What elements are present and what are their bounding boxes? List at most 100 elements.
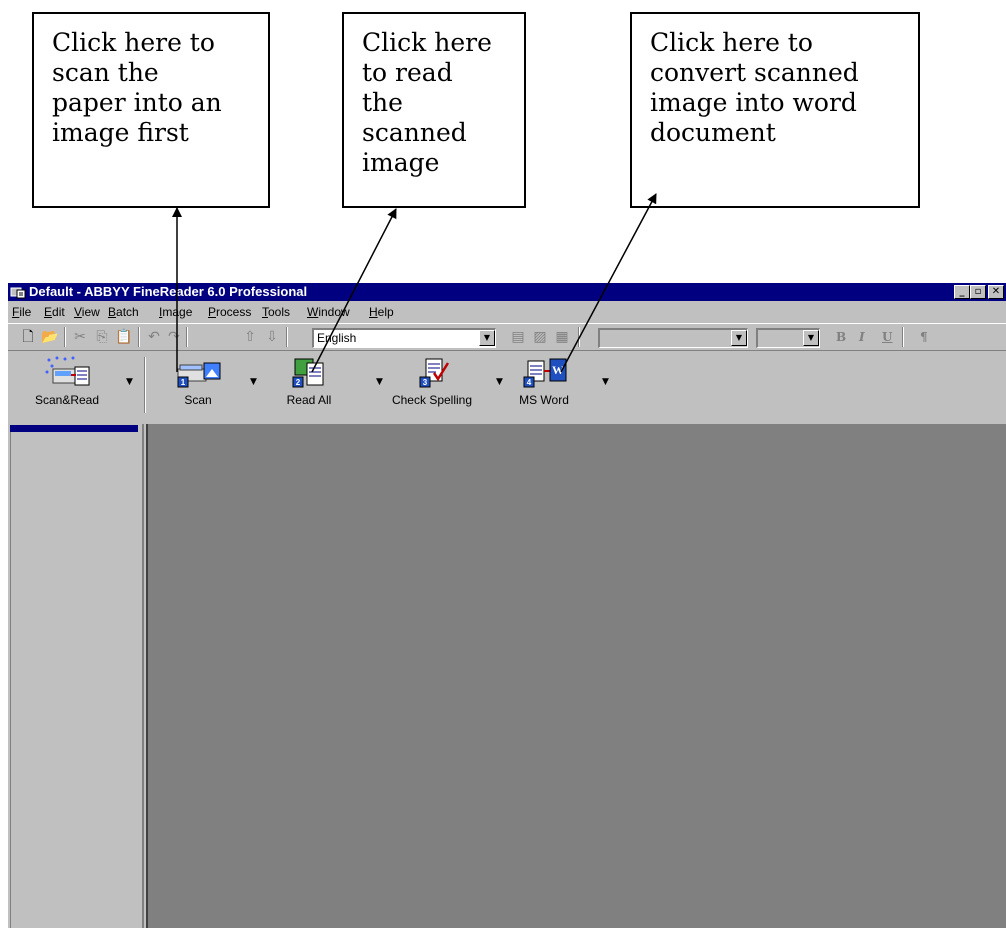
- toolbar-separator: [186, 327, 188, 347]
- new-document-icon[interactable]: 🗋: [18, 328, 38, 346]
- bold-button[interactable]: B: [836, 330, 846, 344]
- menu-tools[interactable]: Tools: [262, 305, 290, 319]
- restore-button[interactable]: ▫: [970, 285, 986, 299]
- underline-button[interactable]: U: [882, 330, 892, 344]
- language-select[interactable]: English ▼: [312, 328, 496, 348]
- menu-access-key: B: [108, 305, 117, 319]
- image-workspace[interactable]: [146, 424, 1006, 928]
- read-all-label: Read All: [286, 393, 332, 407]
- italic-button[interactable]: I: [859, 330, 865, 344]
- toolbar-separator: [578, 327, 580, 347]
- undo-icon[interactable]: ↶: [144, 328, 164, 346]
- chevron-down-icon[interactable]: ▼: [602, 377, 609, 387]
- ms-word-label: MS Word: [519, 393, 569, 407]
- chevron-down-icon[interactable]: ▼: [496, 377, 503, 387]
- document-view-icon[interactable]: ▦: [552, 328, 572, 346]
- main-toolbar: Scan&Read ▼ 1 Scan ▼ 2 Read All ▼ 3 Chec…: [8, 353, 1006, 423]
- text-view-icon[interactable]: ▤: [508, 328, 528, 346]
- callout-read: Click here to read the scanned image: [342, 12, 526, 208]
- menu-label: ools: [268, 305, 291, 319]
- chevron-down-icon[interactable]: ▼: [479, 330, 495, 346]
- chevron-down-icon[interactable]: ▼: [250, 377, 257, 387]
- svg-text:4: 4: [527, 378, 532, 387]
- document-pane[interactable]: [8, 424, 144, 928]
- ms-word-button[interactable]: W 4 MS Word ▼: [504, 355, 609, 413]
- menu-access-key: H: [369, 305, 378, 319]
- scan-button[interactable]: 1 Scan ▼: [160, 355, 257, 413]
- chevron-down-icon[interactable]: ▼: [731, 330, 747, 346]
- cut-icon[interactable]: ✂: [70, 328, 90, 346]
- menu-access-key: W: [307, 305, 319, 319]
- menu-help[interactable]: Help: [369, 305, 394, 319]
- menu-batch[interactable]: Batch: [108, 305, 139, 319]
- chevron-down-icon[interactable]: ▼: [126, 377, 133, 387]
- page-thumbnails-area[interactable]: [10, 432, 138, 928]
- toolbar-separator: [138, 327, 140, 347]
- scan-read-button[interactable]: Scan&Read ▼: [12, 355, 133, 413]
- menu-label: mage: [162, 305, 193, 319]
- app-window: Default - ABBYY FineReader 6.0 Professio…: [8, 283, 1006, 928]
- check-spelling-icon: 3: [419, 358, 450, 388]
- menu-view[interactable]: View: [74, 305, 100, 319]
- font-size-select[interactable]: ▼: [756, 328, 820, 348]
- toolbar-separator: [902, 327, 904, 347]
- menu-label: atch: [116, 305, 139, 319]
- menu-access-key: P: [208, 305, 217, 319]
- menu-bar: File Edit View Batch Image Process Tools Window…: [8, 302, 1006, 322]
- scan-read-label: Scan&Read: [34, 393, 100, 407]
- read-all-icon: 2: [292, 358, 324, 388]
- menu-label: rocess: [216, 305, 252, 319]
- language-value: English: [317, 331, 357, 345]
- menu-label: dit: [52, 305, 65, 319]
- menu-label: iew: [81, 305, 100, 319]
- menu-edit[interactable]: Edit: [44, 305, 65, 319]
- menu-window[interactable]: Window: [307, 305, 350, 319]
- callout-word: Click here to convert scanned image into…: [630, 12, 920, 208]
- menu-image[interactable]: Image: [159, 305, 192, 319]
- font-select[interactable]: ▼: [598, 328, 748, 348]
- prev-page-icon[interactable]: ⇧: [240, 328, 260, 346]
- document-pane-header: [10, 425, 138, 432]
- close-icon: ✕: [991, 286, 1001, 297]
- image-view-icon[interactable]: ▨: [530, 328, 550, 346]
- menu-label: elp: [377, 305, 394, 319]
- pilcrow-button[interactable]: ¶: [920, 330, 928, 344]
- toolbar-separator: [144, 357, 146, 413]
- chevron-down-icon[interactable]: ▼: [803, 330, 819, 346]
- restore-icon: ▫: [974, 286, 982, 297]
- menu-process[interactable]: Process: [208, 305, 251, 319]
- check-spelling-label: Check Spelling: [391, 393, 473, 407]
- svg-text:3: 3: [423, 378, 428, 387]
- toolbar-separator: [286, 327, 288, 347]
- menu-file[interactable]: File: [12, 305, 31, 319]
- copy-icon[interactable]: ⎘: [92, 328, 112, 346]
- callout-read-text: Click here to read the scanned image: [362, 28, 492, 177]
- minimize-button[interactable]: _: [954, 285, 970, 299]
- menu-access-key: V: [74, 305, 82, 319]
- paste-icon[interactable]: 📋: [114, 328, 134, 346]
- window-title: Default - ABBYY FineReader 6.0 Professio…: [29, 284, 308, 299]
- callout-word-text: Click here to convert scanned image into…: [650, 28, 859, 147]
- svg-text:2: 2: [296, 378, 301, 387]
- title-bar[interactable]: Default - ABBYY FineReader 6.0 Professio…: [8, 283, 1006, 301]
- scan-read-icon: [45, 356, 90, 386]
- menu-label: ile: [19, 305, 32, 319]
- toolbar-separator: [64, 327, 66, 347]
- ms-word-icon: W 4: [523, 358, 567, 388]
- open-folder-icon[interactable]: 📂: [40, 328, 60, 346]
- svg-text:W: W: [552, 363, 564, 377]
- scan-label: Scan: [184, 393, 212, 407]
- check-spelling-button[interactable]: 3 Check Spelling ▼: [382, 355, 503, 413]
- read-all-button[interactable]: 2 Read All ▼: [278, 355, 383, 413]
- menu-access-key: E: [44, 305, 53, 319]
- next-page-icon[interactable]: ⇩: [262, 328, 282, 346]
- menu-label: indow: [318, 305, 350, 319]
- redo-icon[interactable]: ↷: [164, 328, 184, 346]
- minimize-icon: _: [959, 286, 965, 297]
- callout-scan-text: Click here to scan the paper into an ima…: [52, 28, 222, 147]
- svg-text:1: 1: [181, 378, 186, 387]
- close-button[interactable]: ✕: [988, 285, 1004, 299]
- callout-scan: Click here to scan the paper into an ima…: [32, 12, 270, 208]
- scan-icon: 1: [177, 362, 221, 388]
- standard-toolbar: 🗋 📂 ✂ ⎘ 📋 ↶ ↷ ⇧ ⇩ English ▼ ▤ ▨ ▦ ▼ ▼ B …: [8, 323, 1006, 351]
